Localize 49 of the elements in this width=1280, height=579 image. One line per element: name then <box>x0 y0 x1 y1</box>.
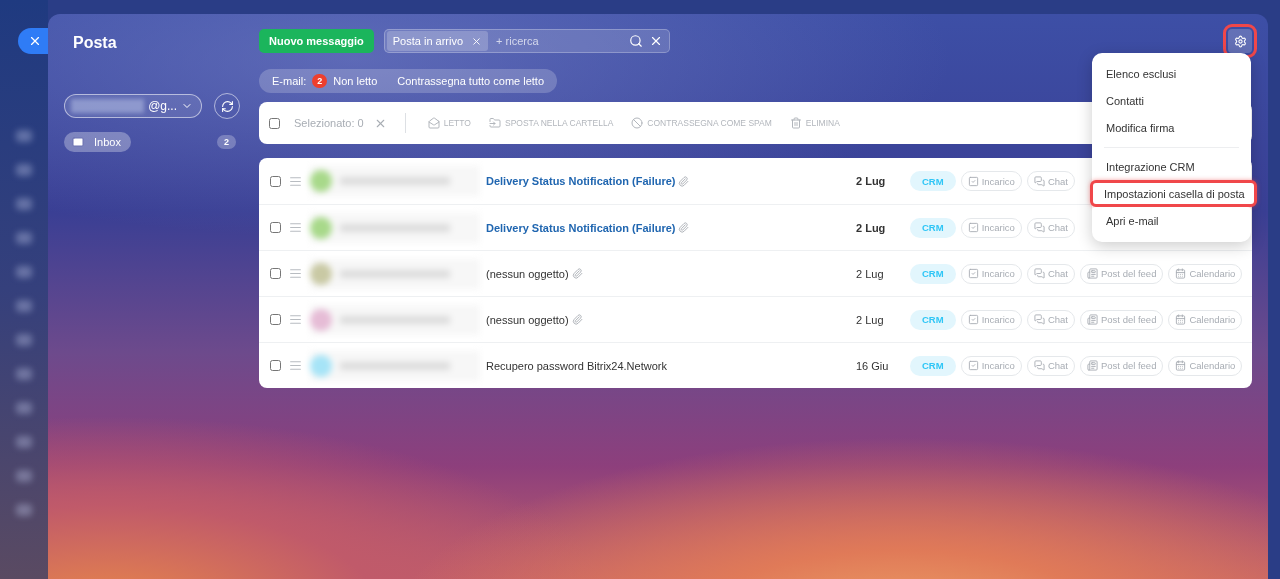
action-tag[interactable]: Incarico <box>960 217 1022 238</box>
message-subject[interactable]: Delivery Status Notification (Failure) <box>486 175 856 187</box>
mark-all-read-link[interactable]: Contrassegna tutto come letto <box>397 75 545 87</box>
action-tag[interactable]: Incarico <box>960 263 1022 284</box>
search-field[interactable]: Posta in arrivo + ricerca <box>383 29 670 53</box>
action-tag[interactable]: Calendario <box>1168 355 1243 376</box>
action-tag[interactable]: Calendario <box>1168 263 1243 284</box>
crm-tag[interactable]: CRM <box>910 171 956 191</box>
menu-item[interactable]: Apri e-mail <box>1092 207 1251 234</box>
action-tag[interactable]: Chat <box>1026 263 1075 284</box>
action-tag[interactable]: Chat <box>1026 355 1075 376</box>
action-tag[interactable]: Chat <box>1026 171 1075 191</box>
action-tag[interactable]: Post del feed <box>1080 309 1164 330</box>
account-dropdown[interactable]: @g... <box>64 94 202 118</box>
menu-item[interactable]: Elenco esclusi <box>1092 60 1251 87</box>
crm-tag[interactable]: CRM <box>910 217 956 238</box>
menu-item[interactable]: Contatti <box>1092 87 1251 114</box>
message-subject[interactable]: (nessun oggetto) <box>486 313 856 326</box>
message-date: 2 Lug <box>856 267 885 280</box>
message-date: 2 Lug <box>856 221 887 234</box>
action-tag[interactable]: Calendario <box>1168 309 1243 330</box>
folder-item[interactable]: Inbox <box>64 132 131 152</box>
message-subject[interactable]: (nessun oggetto) <box>486 267 856 280</box>
action-tag[interactable]: Incarico <box>960 309 1022 330</box>
message-date: 2 Lug <box>856 313 885 326</box>
selected-count: Selezionato: 0 <box>294 117 364 129</box>
action-tag[interactable]: Post del feed <box>1080 263 1164 284</box>
action-tag[interactable]: Post del feed <box>1080 355 1164 376</box>
action-tag[interactable]: Incarico <box>960 171 1022 191</box>
menu-item[interactable]: Integrazione CRM <box>1092 153 1251 180</box>
crm-tag[interactable]: CRM <box>910 263 956 284</box>
action-tag[interactable]: Chat <box>1026 217 1075 238</box>
crm-tag[interactable]: CRM <box>910 355 956 376</box>
message-date: 16 Giu <box>856 359 890 372</box>
filter-chip[interactable]: Posta in arrivo <box>386 31 489 51</box>
app-title: Posta <box>72 33 118 53</box>
message-date: 2 Lug <box>856 175 887 187</box>
crm-tag[interactable]: CRM <box>910 309 956 330</box>
unread-badge: 2 <box>312 74 328 88</box>
filter-label: E-mail: <box>272 75 307 87</box>
menu-item[interactable]: Impostazioni casella di posta <box>1090 180 1257 207</box>
menu-item[interactable]: Modifica firma <box>1092 114 1251 141</box>
message-subject[interactable]: Recupero password Bitrix24.Network <box>486 359 856 372</box>
unread-filter-link[interactable]: Non letto <box>333 75 378 87</box>
message-subject[interactable]: Delivery Status Notification (Failure) <box>486 221 856 234</box>
action-tag[interactable]: Incarico <box>960 355 1022 376</box>
folder-count: 2 <box>217 135 236 149</box>
new-message-button[interactable]: Nuovo messaggio <box>259 29 374 53</box>
action-tag[interactable]: Chat <box>1026 309 1075 330</box>
